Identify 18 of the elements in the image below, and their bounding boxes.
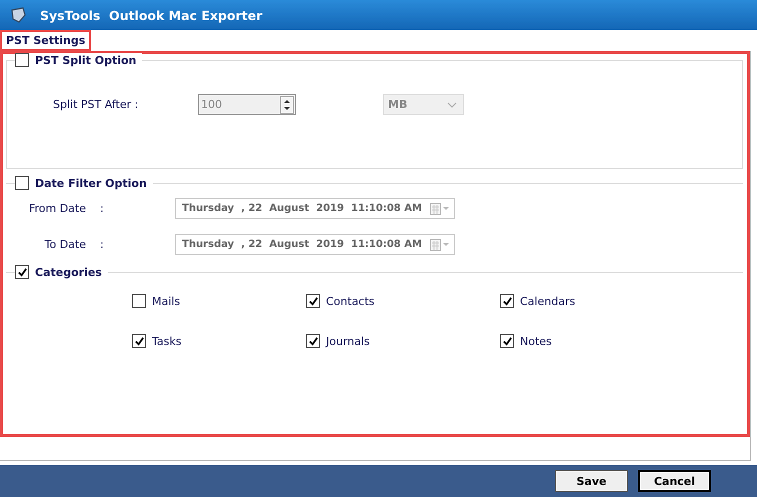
checkbox-label: Journals	[326, 334, 370, 348]
checkbox-label: Notes	[520, 334, 552, 348]
dialog-button[interactable]: Cancel	[638, 470, 711, 492]
colon: :	[100, 238, 105, 251]
tab[interactable]: PST Settings	[0, 30, 92, 51]
checkbox-label: Tasks	[152, 334, 182, 348]
checkbox-label: Contacts	[326, 294, 375, 308]
field-label: Split PST After :	[53, 98, 140, 111]
colon: :	[100, 202, 105, 215]
date-label: From Date	[28, 202, 86, 215]
checkbox-label: Mails	[152, 294, 180, 308]
dialog-button[interactable]: Save	[555, 470, 628, 492]
checkbox-label: Calendars	[520, 294, 576, 308]
date-label: To Date	[44, 238, 86, 251]
group-label: Categories	[35, 266, 102, 278]
group-label: Date Filter Option	[35, 176, 147, 190]
group-label: PST Split Option	[35, 54, 136, 66]
window-title: SysTools Outlook Mac Exporter	[40, 8, 262, 22]
